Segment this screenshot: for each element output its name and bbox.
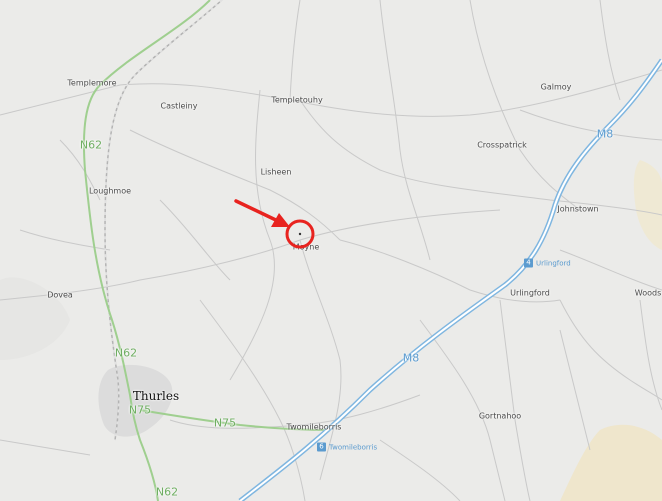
map-canvas[interactable]: Templemore Castleiny Templetouhy Galmoy … <box>0 0 662 501</box>
marker-center-dot <box>298 232 302 236</box>
arrow-shaft <box>234 199 282 224</box>
location-marker[interactable] <box>0 0 662 501</box>
